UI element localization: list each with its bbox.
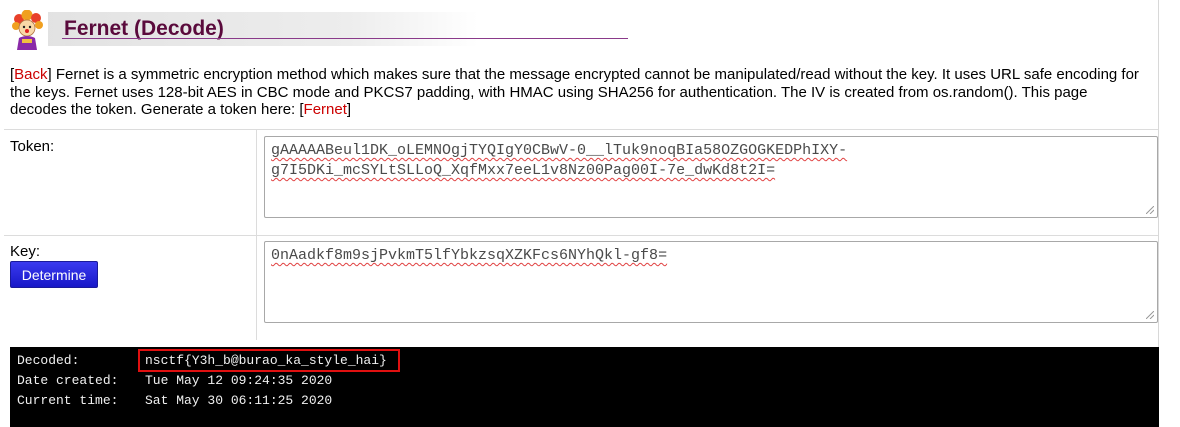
key-textarea[interactable]: 0nAadkf8m9sjPvkmT5lfYbkzsqXZKFcs6NYhQkl-… (264, 241, 1158, 323)
token-label: Token: (10, 138, 55, 155)
key-label: Key: (10, 243, 41, 260)
decoded-line: Decoded: nsctf{Y3h_b@burao_ka_style_hai} (17, 352, 387, 370)
description-text: Fernet is a symmetric encryption method … (10, 66, 1139, 118)
current-time-line: Current time: Sat May 30 06:11:25 2020 (17, 392, 332, 410)
current-time-label: Current time: (17, 393, 119, 408)
current-time-value: Sat May 30 06:11:25 2020 (145, 393, 333, 408)
decoded-value: nsctf{Y3h_b@burao_ka_style_hai} (145, 353, 387, 368)
date-created-label: Date created: (17, 373, 119, 388)
determine-button[interactable]: Determine (10, 261, 98, 288)
date-created-value: Tue May 12 09:24:35 2020 (145, 373, 333, 388)
key-value: 0nAadkf8m9sjPvkmT5lfYbkzsqXZKFcs6NYhQkl-… (271, 247, 668, 264)
date-created-line: Date created: Tue May 12 09:24:35 2020 (17, 372, 332, 390)
key-label-cell: Key: Determine (4, 236, 257, 340)
page-container: Fernet (Decode) [Back] Fernet is a symme… (0, 0, 1159, 427)
token-label-cell: Token: (4, 130, 257, 235)
token-textarea[interactable]: gAAAAABeul1DK_oLEMNOgjTYQIgY0CBwV-0__lTu… (264, 136, 1158, 218)
title-divider (62, 38, 628, 39)
cartoon-character-logo-icon (12, 10, 43, 50)
generate-token-link[interactable]: Fernet (304, 101, 347, 118)
description: [Back] Fernet is a symmetric encryption … (10, 66, 1139, 118)
key-row: Key: Determine 0nAadkf8m9sjPvkmT5lfYbkzs… (4, 235, 1158, 340)
decoded-label: Decoded: (17, 353, 80, 368)
token-row: Token: gAAAAABeul1DK_oLEMNOgjTYQIgY0CBwV… (4, 129, 1158, 235)
decode-output: Decoded: nsctf{Y3h_b@burao_ka_style_hai} … (10, 347, 1159, 427)
back-link[interactable]: Back (14, 66, 47, 83)
resize-handle-icon[interactable] (1146, 206, 1154, 214)
token-line-2: g7I5DKi_mcSYLtSLLoQ_XqfMxx7eeL1v8Nz00Pag… (271, 162, 776, 179)
token-line-1: gAAAAABeul1DK_oLEMNOgjTYQIgY0CBwV-0__lTu… (271, 142, 848, 159)
resize-handle-icon[interactable] (1146, 311, 1154, 319)
